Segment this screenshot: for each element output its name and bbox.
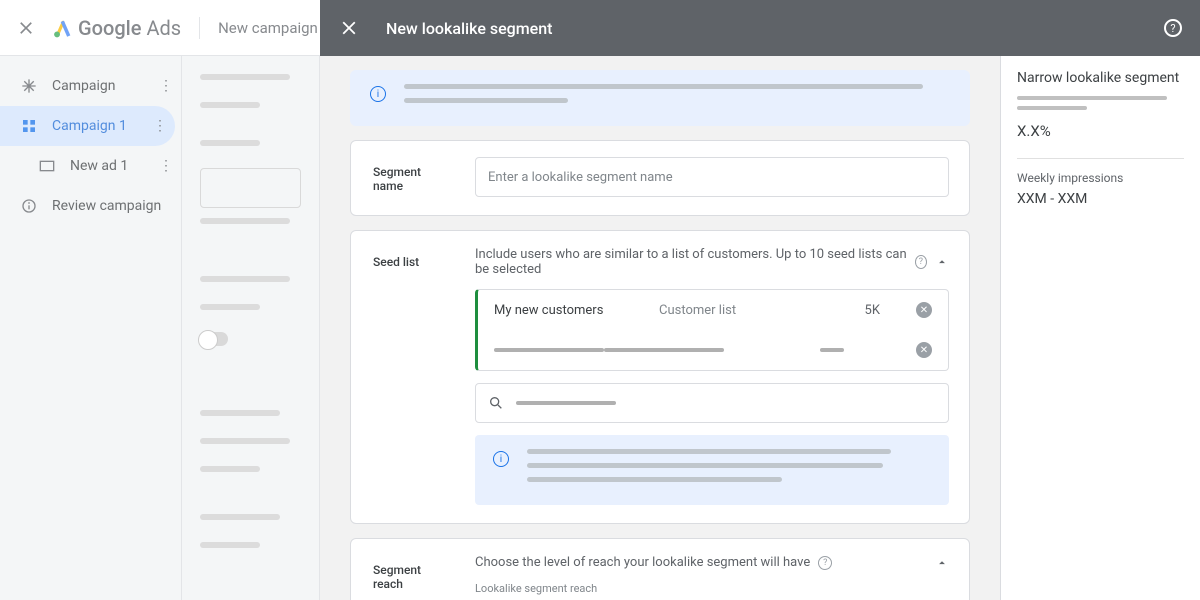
summary-reach-value: X.X% — [1017, 122, 1184, 140]
segment-name-label: Segment name — [373, 157, 453, 197]
modal-title: New lookalike segment — [386, 19, 552, 38]
segment-name-input[interactable] — [475, 157, 949, 197]
info-banner-top: i — [350, 70, 970, 126]
remove-icon[interactable]: ✕ — [916, 302, 932, 318]
segment-reach-card: Segment reach Choose the level of reach … — [350, 538, 970, 600]
grid-icon — [20, 117, 38, 135]
nav-label: Campaign — [52, 78, 159, 94]
seed-list-box: My new customers Customer list 5K ✕ ✕ — [475, 289, 949, 371]
brand-light: Ads — [146, 16, 181, 40]
summary-panel: Narrow lookalike segment X.X% Weekly imp… — [1000, 56, 1200, 600]
breadcrumb: New campaign — [218, 19, 318, 37]
info-banner-seed: i — [475, 435, 949, 505]
close-icon[interactable] — [16, 18, 36, 38]
seed-row-placeholder: ✕ — [478, 330, 948, 370]
seed-name: My new customers — [494, 303, 659, 318]
nav-label: Campaign 1 — [52, 118, 153, 134]
modal-header: New lookalike segment ? — [320, 0, 1200, 56]
brand-bold: Google — [78, 16, 141, 40]
ads-logo-icon — [52, 17, 74, 39]
seed-type: Customer list — [659, 303, 859, 318]
info-icon: i — [493, 451, 509, 467]
segment-reach-description: Choose the level of reach your lookalike… — [475, 555, 810, 570]
seed-list-label: Seed list — [373, 247, 453, 505]
segment-name-card: Segment name — [350, 140, 970, 216]
more-icon[interactable]: ⋮ — [159, 158, 173, 174]
reach-sublabel: Lookalike segment reach — [475, 582, 949, 595]
close-icon[interactable] — [338, 17, 360, 39]
asterisk-icon — [20, 77, 38, 95]
info-icon — [20, 197, 38, 215]
nav-label: New ad 1 — [70, 158, 159, 174]
more-icon[interactable]: ⋮ — [159, 78, 173, 94]
background-content — [182, 56, 320, 600]
seed-row: My new customers Customer list 5K ✕ — [478, 290, 948, 330]
remove-icon[interactable]: ✕ — [916, 342, 932, 358]
rectangle-icon — [38, 157, 56, 175]
summary-impressions-value: XXM - XXM — [1017, 191, 1184, 207]
nav-item-new-ad-1[interactable]: New ad 1 ⋮ — [0, 146, 181, 186]
more-icon[interactable]: ⋮ — [153, 118, 167, 134]
seed-search-input[interactable] — [475, 383, 949, 423]
info-icon: i — [370, 86, 386, 102]
segment-reach-label: Segment reach — [373, 555, 453, 600]
google-ads-logo: Google Ads — [52, 16, 181, 40]
search-icon — [488, 395, 504, 411]
help-icon[interactable]: ? — [915, 255, 927, 269]
divider — [199, 17, 200, 39]
nav-label: Review campaign — [52, 198, 173, 214]
nav-item-review[interactable]: Review campaign — [0, 186, 181, 226]
left-nav: Campaign ⋮ Campaign 1 ⋮ New ad 1 ⋮ Revie… — [0, 56, 182, 600]
modal-body: i Segment name Seed list Include users w… — [320, 56, 1000, 600]
summary-title: Narrow lookalike segment — [1017, 70, 1184, 86]
chevron-up-icon[interactable] — [935, 556, 949, 570]
seed-list-description: Include users who are similar to a list … — [475, 247, 907, 277]
summary-impressions-label: Weekly impressions — [1017, 158, 1184, 185]
nav-item-campaign-1[interactable]: Campaign 1 ⋮ — [0, 106, 175, 146]
nav-item-campaign[interactable]: Campaign ⋮ — [0, 66, 181, 106]
seed-list-card: Seed list Include users who are similar … — [350, 230, 970, 524]
seed-size: 5K — [859, 303, 880, 318]
help-icon[interactable]: ? — [1164, 19, 1182, 37]
help-icon[interactable]: ? — [818, 556, 832, 570]
chevron-up-icon[interactable] — [935, 255, 949, 269]
